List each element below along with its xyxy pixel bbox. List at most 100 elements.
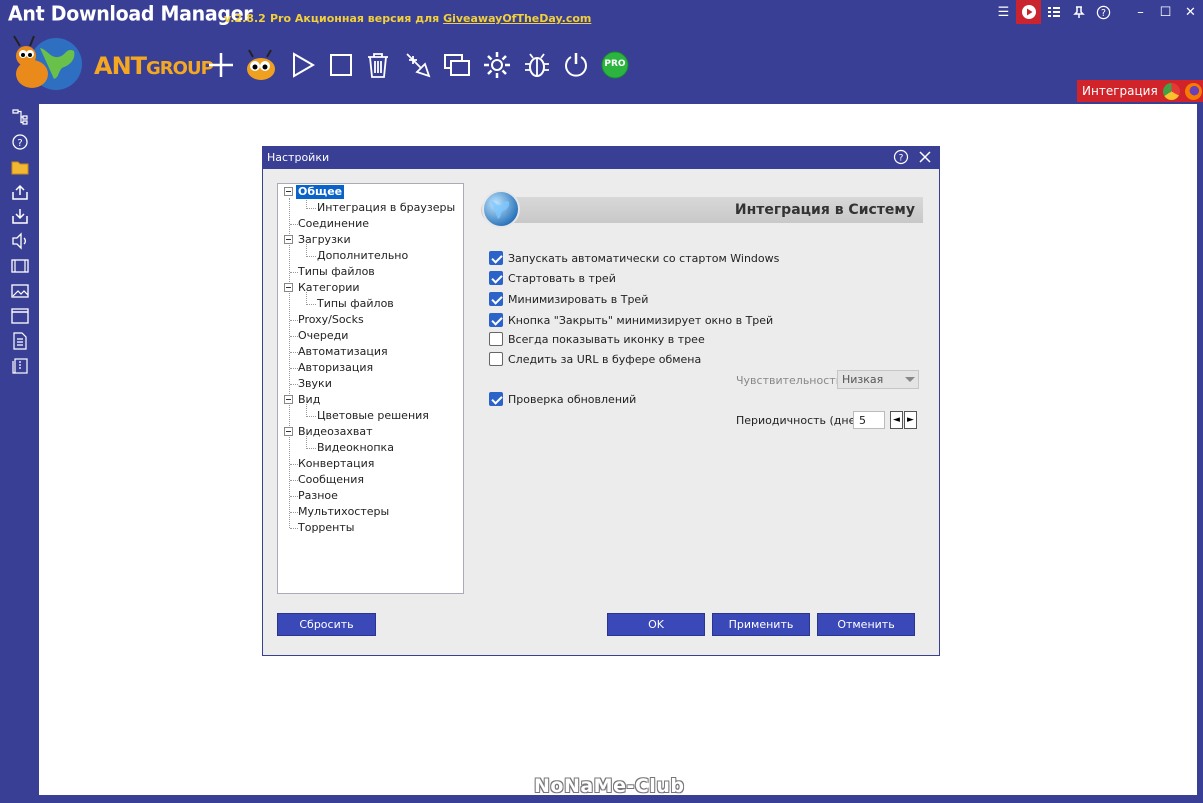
download-icon[interactable] [11,207,29,225]
minimize-tray-checkbox[interactable] [489,292,503,306]
tree-item-authorization[interactable]: Авторизация [298,361,373,375]
tree-item-conversion[interactable]: Конвертация [298,457,374,471]
period-decrease-button[interactable]: ◄ [890,411,903,429]
tree-item-downloads[interactable]: Загрузки [298,233,351,247]
trash-icon[interactable] [363,50,393,80]
integration-button[interactable]: Интеграция [1077,80,1203,102]
cancel-button[interactable]: Отменить [817,613,915,636]
option-start-tray[interactable]: Стартовать в трей [489,270,616,286]
pin-icon[interactable] [1066,0,1091,24]
update-check-label: Проверка обновлений [508,392,637,406]
gear-icon[interactable] [482,50,512,80]
period-label: Периодичность (дней) [736,414,867,427]
tree-item-sounds[interactable]: Звуки [298,377,332,391]
tree-item-color-schemes[interactable]: Цветовые решения [317,409,429,423]
close-button[interactable]: ✕ [1178,0,1203,24]
minimize-button[interactable]: – [1128,0,1153,24]
option-minimize-tray[interactable]: Минимизировать в Трей [489,291,648,307]
tree-item-messages[interactable]: Сообщения [298,473,364,487]
ok-button[interactable]: OK [607,613,705,636]
option-autostart[interactable]: Запускать автоматически со стартом Windo… [489,250,779,266]
tree-item-misc[interactable]: Разное [298,489,338,503]
tree-item-advanced[interactable]: Дополнительно [317,249,408,263]
tree-item-view[interactable]: Вид [298,393,320,407]
document-icon[interactable] [11,332,29,350]
record-icon[interactable] [1016,0,1041,24]
power-icon[interactable] [561,50,591,80]
window-icon[interactable] [11,307,29,325]
tree-collapse-toggle[interactable] [284,283,293,292]
period-increase-button[interactable]: ► [904,411,917,429]
sensitivity-label: Чувствительность [736,374,843,387]
dialog-close-icon[interactable] [917,149,933,165]
update-check-checkbox[interactable] [489,392,503,406]
tree-item-video-button[interactable]: Видеокнопка [317,441,394,455]
option-always-tray-icon[interactable]: Всегда показывать иконку в трее [489,331,705,347]
upload-icon[interactable] [11,183,29,201]
tree-guide [290,464,298,465]
reset-button[interactable]: Сбросить [277,613,376,636]
tree-guide [290,496,298,497]
tree-guide [307,416,316,417]
tree-guide [290,528,298,529]
tree-guide [290,336,298,337]
start-tray-label: Стартовать в трей [508,271,616,285]
add-icon[interactable] [206,50,236,80]
tree-collapse-toggle[interactable] [284,235,293,244]
start-tray-checkbox[interactable] [489,271,503,285]
window-controls: ☰ ? – ☐ ✕ [991,0,1203,24]
svg-text:?: ? [899,154,904,164]
image-icon[interactable] [11,282,29,300]
tree-item-browser-integration[interactable]: Интеграция в браузеры [317,201,455,215]
menu-icon[interactable]: ☰ [991,0,1016,24]
promo-link[interactable]: GiveawayOfTheDay.com [443,12,591,25]
tree-item-categories[interactable]: Категории [298,281,360,295]
dialog-title: Настройки [267,151,330,164]
tree-item-torrents[interactable]: Торренты [298,521,354,535]
tree-collapse-toggle[interactable] [284,427,293,436]
play-icon[interactable] [288,50,318,80]
tree-item-category-file-types[interactable]: Типы файлов [317,297,394,311]
tree-collapse-toggle[interactable] [284,395,293,404]
folder-icon[interactable] [11,158,29,176]
archive-icon[interactable] [11,357,29,375]
tree-collapse-toggle[interactable] [284,187,293,196]
sidebar: ? [0,104,39,803]
tree-item-file-types[interactable]: Типы файлов [298,265,375,279]
close-minimizes-checkbox[interactable] [489,313,503,327]
tree-guide [290,384,298,385]
tree-item-automation[interactable]: Автоматизация [298,345,388,359]
tree-item-multihosters[interactable]: Мультихостеры [298,505,389,519]
dialog-help-icon[interactable]: ? [893,149,909,165]
clipboard-monitor-checkbox[interactable] [489,352,503,366]
toolbar: ANTGROUP PRO [0,32,1203,98]
maximize-button[interactable]: ☐ [1153,0,1178,24]
bug-icon[interactable] [522,50,552,80]
always-tray-icon-checkbox[interactable] [489,332,503,346]
option-clipboard-monitor[interactable]: Следить за URL в буфере обмена [489,351,701,367]
help-icon[interactable]: ? [1091,0,1116,24]
tree-icon[interactable] [11,108,29,126]
clear-icon[interactable] [403,50,433,80]
help-circle-icon[interactable]: ? [11,133,29,151]
ant-catch-icon[interactable] [243,47,279,83]
sensitivity-select[interactable]: Низкая [837,370,919,389]
stats-icon[interactable] [1041,0,1066,24]
option-close-minimizes[interactable]: Кнопка "Закрыть" минимизирует окно в Тре… [489,312,773,328]
tree-item-connection[interactable]: Соединение [298,217,369,231]
video-icon[interactable] [11,257,29,275]
tree-item-proxy[interactable]: Proxy/Socks [298,313,364,327]
clipboard-monitor-label: Следить за URL в буфере обмена [508,352,702,366]
windows-icon[interactable] [442,50,472,80]
tree-item-general[interactable]: Общее [296,185,345,199]
audio-icon[interactable] [11,232,29,250]
autostart-checkbox[interactable] [489,251,503,265]
tree-item-video-capture[interactable]: Видеозахват [298,425,373,439]
dialog-title-bar: Настройки ? [263,147,939,169]
integration-label: Интеграция [1082,84,1158,98]
stop-icon[interactable] [326,50,356,80]
period-input[interactable]: 5 [853,411,885,429]
option-update-check[interactable]: Проверка обновлений [489,391,636,407]
apply-button[interactable]: Применить [712,613,810,636]
tree-item-queues[interactable]: Очереди [298,329,348,343]
